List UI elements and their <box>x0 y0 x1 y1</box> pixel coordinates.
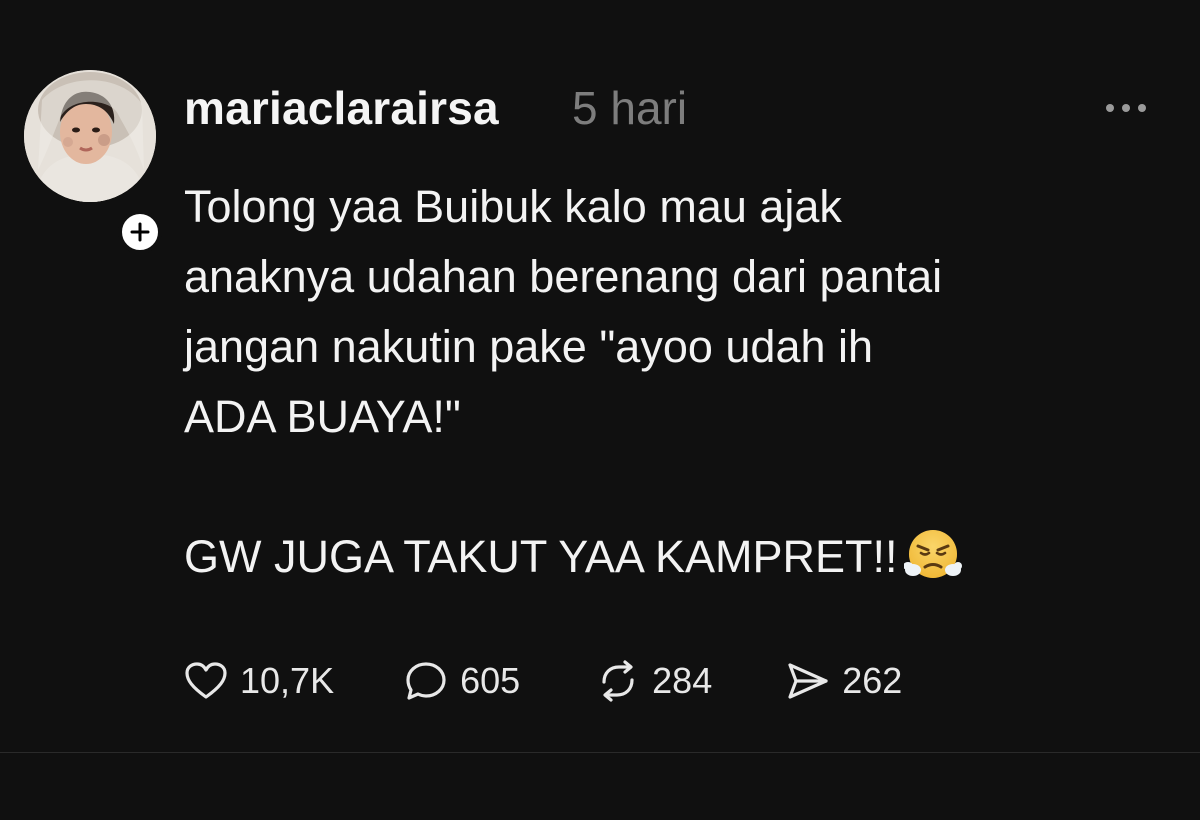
author-avatar-container <box>24 70 162 254</box>
post-body-closing-text: GW JUGA TAKUT YAA KAMPRET!! <box>184 531 898 582</box>
post-divider <box>0 752 1200 753</box>
author-username[interactable]: mariaclarairsa <box>184 80 499 136</box>
post-body-line: anaknya udahan berenang dari pantai <box>184 251 943 302</box>
post-body-line: jangan nakutin pake "ayoo udah ih <box>184 321 874 372</box>
share-button[interactable]: 262 <box>786 655 902 707</box>
comment-button[interactable]: 605 <box>404 655 520 707</box>
post-body-line: Tolong yaa Buibuk kalo mau ajak <box>184 181 842 232</box>
repost-count: 284 <box>652 660 713 701</box>
like-count: 10,7K <box>240 660 335 701</box>
comment-bubble-icon <box>406 662 446 700</box>
like-button[interactable]: 10,7K <box>184 655 334 707</box>
plus-icon <box>130 222 150 242</box>
share-count: 262 <box>842 660 903 701</box>
comment-count: 605 <box>460 660 521 701</box>
heart-icon <box>185 662 227 699</box>
follow-button[interactable] <box>118 210 162 254</box>
repost-icon <box>602 660 634 702</box>
post-timestamp: 5 hari <box>572 82 688 134</box>
avatar[interactable] <box>24 70 156 202</box>
post-body-closing-line: GW JUGA TAKUT YAA KAMPRET!! <box>184 522 1174 592</box>
post-actions-bar: 10,7K 605 284 262 <box>184 655 902 707</box>
send-icon <box>788 663 828 699</box>
more-options-button[interactable] <box>1098 90 1154 126</box>
post-body: Tolong yaa Buibuk kalo mau ajak anaknya … <box>184 172 1174 592</box>
ellipsis-icon <box>1106 104 1146 112</box>
thread-post: mariaclarairsa 5 hari Tolong yaa Buibuk … <box>0 0 1200 752</box>
face-with-steam-from-nose-icon <box>902 526 962 584</box>
post-body-line: ADA BUAYA!" <box>184 391 461 442</box>
repost-button[interactable]: 284 <box>596 655 712 707</box>
